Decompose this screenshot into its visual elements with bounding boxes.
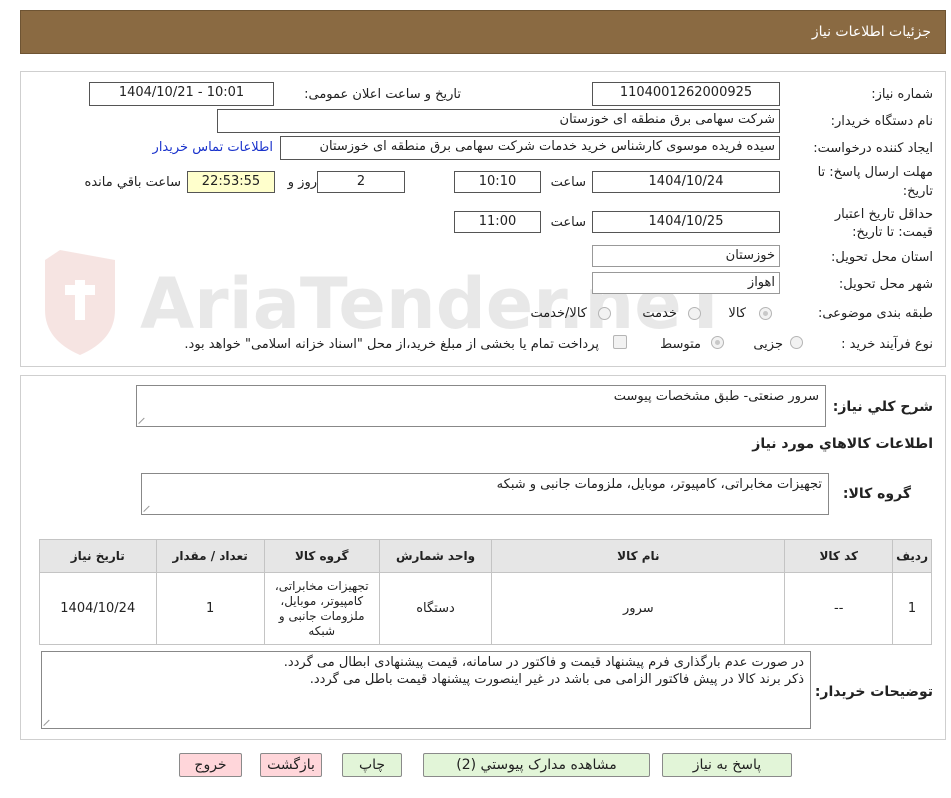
table-header-row: تاريخ نياز تعداد / مقدار گروه کالا واحد …: [39, 539, 932, 573]
cell-name: سرور: [491, 572, 786, 645]
cell-code: --: [784, 572, 894, 645]
send-date-field: 1404/10/24: [592, 171, 780, 193]
process-label: نوع فرآیند خرید :: [841, 337, 933, 352]
days-label: روز و: [287, 175, 317, 190]
col-header-date: تاريخ نياز: [39, 539, 157, 573]
announce-date-label: تاریخ و ساعت اعلان عمومی:: [304, 87, 461, 102]
process-radio-minor[interactable]: [790, 336, 803, 349]
back-button[interactable]: بازگشت: [260, 753, 322, 777]
validity-label: حداقل تاریخ اعتبار: [834, 207, 933, 222]
buyer-notes-label: توضیحات خریدار:: [814, 684, 933, 700]
category-radio-goods[interactable]: [759, 307, 772, 320]
buyer-notes-line-2: ذکر برند کالا در پیش فاکتور الزامی می با…: [309, 672, 804, 687]
category-option-goods: کالا: [728, 306, 746, 321]
desc-textarea[interactable]: سرور صنعتی- طبق مشخصات پیوست: [136, 385, 826, 427]
send-deadline-label-2: تاریخ:: [902, 184, 933, 199]
process-option-medium: متوسط: [660, 337, 701, 352]
city-field: اهواز: [592, 272, 780, 294]
buyer-notes-line-1: در صورت عدم بارگذاری فرم پیشنهاد قیمت و …: [283, 655, 804, 670]
validity-time-label: ساعت: [550, 215, 586, 230]
category-radio-both[interactable]: [598, 307, 611, 320]
resize-grip-icon[interactable]: [139, 416, 147, 424]
send-deadline-label: مهلت ارسال پاسخ: تا: [817, 165, 933, 180]
col-header-qty: تعداد / مقدار: [155, 539, 265, 573]
desc-text: سرور صنعتی- طبق مشخصات پیوست: [613, 389, 819, 404]
group-text: تجهیزات مخابراتی، کامپیوتر، موبایل، ملزو…: [496, 477, 822, 492]
resize-grip-icon[interactable]: [44, 718, 52, 726]
validity-time-field: 11:00: [454, 211, 541, 233]
creator-label: ایجاد کننده درخواست:: [813, 141, 933, 156]
province-label: استان محل تحویل:: [831, 250, 933, 265]
cell-row: 1: [892, 572, 932, 645]
buyer-org-label: نام دستگاه خریدار:: [830, 114, 933, 129]
remaining-time-label: ساعت باقي مانده: [84, 175, 181, 190]
validity-label-2: قیمت: تا تاریخ:: [852, 225, 933, 240]
remaining-time-field: 22:53:55: [187, 171, 275, 193]
validity-date-field: 1404/10/25: [592, 211, 780, 233]
col-header-code: کد کالا: [784, 539, 894, 573]
send-time-label: ساعت: [550, 175, 586, 190]
category-radio-service[interactable]: [688, 307, 701, 320]
process-option-minor: جزیی: [753, 337, 783, 352]
exit-button[interactable]: خروج: [179, 753, 242, 777]
city-label: شهر محل تحویل:: [838, 277, 933, 292]
treasury-note: پرداخت تمام یا بخشی از مبلغ خرید،از محل …: [184, 337, 599, 352]
col-header-row: رديف: [892, 539, 932, 573]
cell-date: 1404/10/24: [39, 572, 157, 645]
buyer-notes-textarea[interactable]: در صورت عدم بارگذاری فرم پیشنهاد قیمت و …: [41, 651, 811, 729]
creator-field: سیده فریده موسوی کارشناس خرید خدمات شرکت…: [280, 136, 780, 160]
col-header-group: گروه کالا: [263, 539, 380, 573]
cell-unit: دستگاه: [378, 572, 493, 645]
col-header-unit: واحد شمارش: [378, 539, 493, 573]
goods-info-title: اطلاعات کالاهاي مورد نياز: [752, 436, 933, 452]
col-header-name: نام کالا: [491, 539, 786, 573]
items-table: تاريخ نياز تعداد / مقدار گروه کالا واحد …: [39, 539, 932, 645]
send-time-field: 10:10: [454, 171, 541, 193]
treasury-checkbox[interactable]: [613, 335, 627, 349]
page-header: جزئیات اطلاعات نیاز: [20, 10, 946, 54]
group-label: گروه کالا:: [842, 486, 911, 502]
print-button[interactable]: چاپ: [342, 753, 402, 777]
category-label: طبقه بندی موضوعی:: [817, 306, 933, 321]
desc-label: شرح کلي نياز:: [832, 399, 933, 415]
process-radio-medium[interactable]: [711, 336, 724, 349]
days-field: 2: [317, 171, 405, 193]
buyer-org-field: شرکت سهامی برق منطقه ای خوزستان: [217, 109, 780, 133]
buyer-contact-link[interactable]: اطلاعات تماس خریدار: [153, 140, 273, 155]
view-attachments-button[interactable]: مشاهده مدارک پیوستي (2): [423, 753, 650, 777]
page-title: جزئیات اطلاعات نیاز: [811, 24, 931, 40]
category-option-both: کالا/خدمت: [530, 306, 587, 321]
announce-date-field: 1404/10/21 - 10:01: [89, 82, 274, 106]
group-textarea[interactable]: تجهیزات مخابراتی، کامپیوتر، موبایل، ملزو…: [141, 473, 829, 515]
cell-qty: 1: [155, 572, 265, 645]
category-option-service: خدمت: [642, 306, 677, 321]
table-row: 1404/10/24 1 تجهیزات مخابراتی، کامپیوتر،…: [39, 572, 932, 645]
need-number-field: 1104001262000925: [592, 82, 780, 106]
province-field: خوزستان: [592, 245, 780, 267]
cell-group: تجهیزات مخابراتی، کامپیوتر، موبایل، ملزو…: [263, 572, 380, 645]
reply-button[interactable]: پاسخ به نیاز: [662, 753, 792, 777]
resize-grip-icon[interactable]: [144, 504, 152, 512]
need-number-label: شماره نیاز:: [871, 87, 933, 102]
